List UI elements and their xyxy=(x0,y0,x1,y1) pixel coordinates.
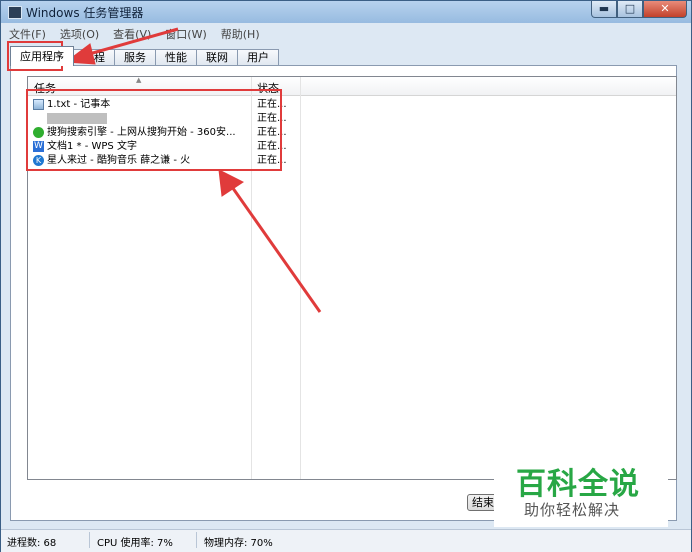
wps-icon xyxy=(33,140,44,153)
task-status: 正在... xyxy=(257,99,287,110)
column-header-task[interactable]: 任务 xyxy=(34,80,56,96)
window-title: Windows 任务管理器 xyxy=(26,6,144,20)
status-divider xyxy=(89,532,90,548)
menu-file[interactable]: 文件(F) xyxy=(9,26,46,42)
blurred-icon xyxy=(47,113,107,124)
list-header: 任务 ▲ 状态 xyxy=(28,77,676,96)
applications-panel: 任务 ▲ 状态 1.txt - 记事本 正在... 正在... 搜狗搜索引擎 -… xyxy=(10,65,677,521)
table-row[interactable]: 正在... xyxy=(30,112,287,125)
watermark-sub-text: 助你轻松解决 xyxy=(524,501,621,519)
kugou-icon: K xyxy=(33,155,44,166)
task-name: 星人来过 - 酷狗音乐 薛之谦 - 火 xyxy=(47,155,191,166)
notepad-icon xyxy=(33,99,44,110)
sort-arrow-icon: ▲ xyxy=(136,76,142,84)
tab-users[interactable]: 用户 xyxy=(237,49,279,66)
watermark-main-text: 百科全说 xyxy=(516,467,640,502)
task-manager-app-icon xyxy=(8,6,22,19)
menu-help[interactable]: 帮助(H) xyxy=(221,26,260,42)
title-bar[interactable]: Windows 任务管理器 ▬ □ ✕ xyxy=(1,1,691,23)
close-button[interactable]: ✕ xyxy=(643,1,687,18)
watermark-logo: 百科全说 助你轻松解决 xyxy=(494,455,668,527)
maximize-button[interactable]: □ xyxy=(617,1,643,18)
column-header-status[interactable]: 状态 xyxy=(257,80,279,96)
menu-windows[interactable]: 窗口(W) xyxy=(165,26,206,42)
tab-applications[interactable]: 应用程序 xyxy=(10,46,74,66)
column-divider xyxy=(300,77,301,479)
task-list[interactable]: 任务 ▲ 状态 1.txt - 记事本 正在... 正在... 搜狗搜索引擎 -… xyxy=(27,76,677,480)
task-name: 搜狗搜索引擎 - 上网从搜狗开始 - 360安... xyxy=(47,127,236,138)
process-count: 进程数: 68 xyxy=(7,538,57,549)
menu-options[interactable]: 选项(O) xyxy=(60,26,99,42)
table-row[interactable]: 1.txt - 记事本 正在... xyxy=(30,98,287,111)
task-status: 正在... xyxy=(257,155,287,166)
status-divider xyxy=(196,532,197,548)
task-status: 正在... xyxy=(257,113,287,124)
tab-processes[interactable]: 进程 xyxy=(73,49,115,66)
menu-view[interactable]: 查看(V) xyxy=(113,26,151,42)
window-controls: ▬ □ ✕ xyxy=(591,1,687,19)
task-status: 正在... xyxy=(257,141,287,152)
memory-usage: 物理内存: 70% xyxy=(204,538,273,549)
sogou-browser-icon xyxy=(33,127,44,138)
tab-performance[interactable]: 性能 xyxy=(155,49,197,66)
task-name: 1.txt - 记事本 xyxy=(47,99,111,110)
task-name: 文档1 * - WPS 文字 xyxy=(47,141,137,152)
minimize-button[interactable]: ▬ xyxy=(591,1,617,18)
task-status: 正在... xyxy=(257,127,287,138)
menu-bar: 文件(F) 选项(O) 查看(V) 窗口(W) 帮助(H) xyxy=(9,26,260,42)
table-row[interactable]: 搜狗搜索引擎 - 上网从搜狗开始 - 360安... 正在... xyxy=(30,126,287,139)
tab-networking[interactable]: 联网 xyxy=(196,49,238,66)
status-bar: 进程数: 68 CPU 使用率: 7% 物理内存: 70% xyxy=(1,529,691,552)
tab-services[interactable]: 服务 xyxy=(114,49,156,66)
cpu-usage: CPU 使用率: 7% xyxy=(97,538,173,549)
table-row[interactable]: 文档1 * - WPS 文字 正在... xyxy=(30,140,287,153)
tab-strip: 应用程序 进程 服务 性能 联网 用户 xyxy=(10,46,279,66)
table-row[interactable]: K 星人来过 - 酷狗音乐 薛之谦 - 火 正在... xyxy=(30,154,287,167)
